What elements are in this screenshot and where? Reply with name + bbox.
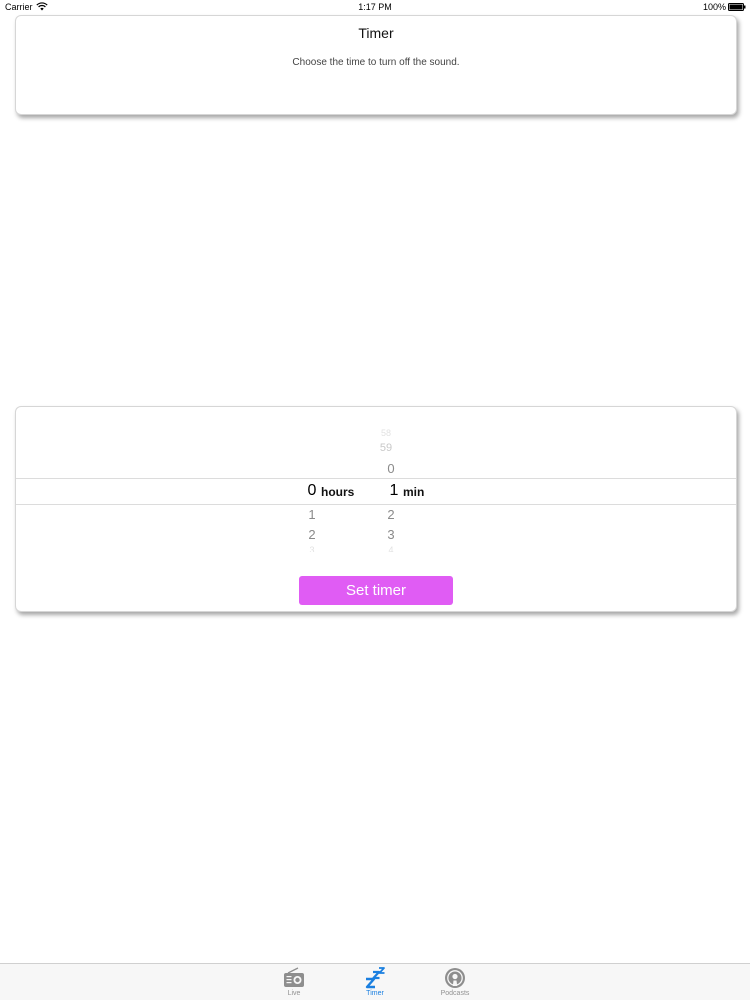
- minutes-option[interactable]: 4: [371, 545, 411, 552]
- set-timer-button[interactable]: Set timer: [299, 576, 453, 605]
- tab-podcasts[interactable]: Podcasts: [425, 964, 485, 1000]
- instruction-text: Choose the time to turn off the sound.: [292, 57, 460, 68]
- tab-timer[interactable]: Timer: [345, 964, 405, 1000]
- status-bar: Carrier 1:17 PM 100%: [0, 0, 750, 14]
- tab-live[interactable]: Live: [264, 964, 324, 1000]
- timer-picker-card: 0 1 2 3 hours 58 59 0 1 2 3 4 min Set ti…: [15, 406, 737, 612]
- minutes-option[interactable]: 2: [371, 507, 411, 522]
- hours-unit-label: hours: [321, 485, 355, 499]
- minutes-option[interactable]: 3: [371, 527, 411, 542]
- minutes-unit-label: min: [403, 485, 425, 499]
- podcast-icon: [445, 968, 465, 988]
- tab-label: Podcasts: [440, 990, 470, 997]
- tab-bar: Live Timer Podcasts: [0, 963, 750, 1000]
- minutes-option[interactable]: 58: [366, 428, 406, 438]
- hours-option[interactable]: 3: [292, 545, 332, 552]
- page-title: Timer: [358, 25, 394, 41]
- hours-option[interactable]: 2: [292, 527, 332, 542]
- battery-percent: 100%: [702, 2, 726, 12]
- battery-icon: [728, 3, 746, 11]
- sleep-zzz-icon: [365, 967, 385, 989]
- radio-icon: [284, 967, 304, 987]
- tab-label: Live: [287, 990, 301, 997]
- clock-label: 1:17 PM: [358, 2, 392, 12]
- hours-option[interactable]: 1: [292, 507, 332, 522]
- minutes-option[interactable]: 0: [371, 461, 411, 476]
- timer-screen: Carrier 1:17 PM 100% Timer Choose the ti…: [0, 0, 750, 1000]
- minutes-option[interactable]: 59: [366, 442, 406, 454]
- tab-label: Timer: [366, 990, 384, 997]
- header-card: Timer Choose the time to turn off the so…: [15, 15, 737, 115]
